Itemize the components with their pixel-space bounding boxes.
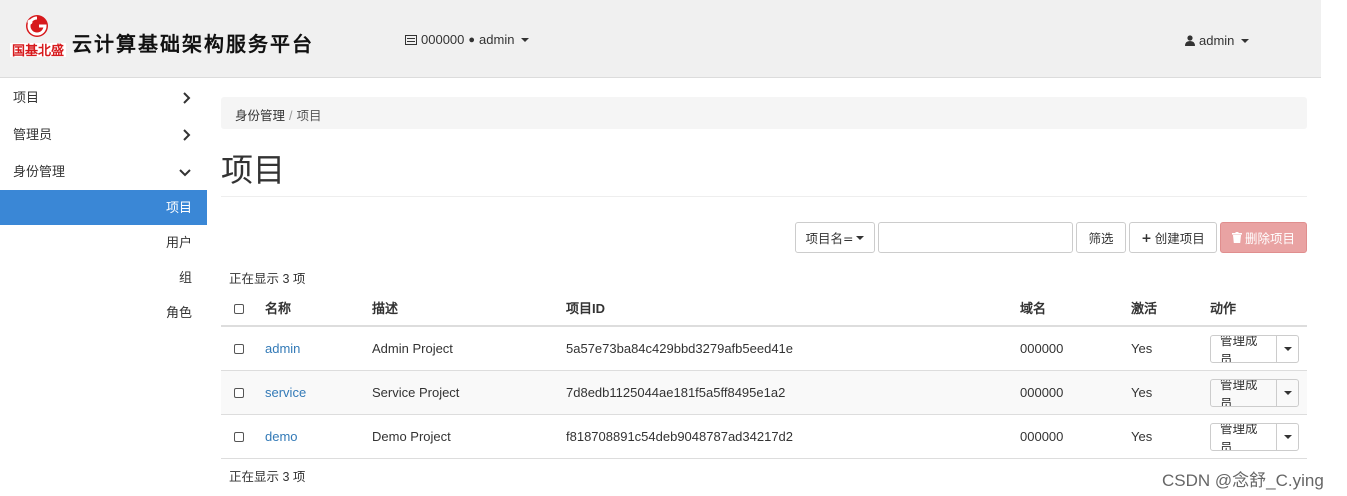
sidebar-group-identity[interactable]: 身份管理 — [0, 153, 207, 190]
brand-logo: 国基北盛 — [10, 12, 66, 62]
row-action-group: 管理成员 — [1210, 423, 1299, 451]
column-header-name[interactable]: 名称 — [257, 290, 364, 327]
project-id: f818708891c54deb9048787ad34217d2 — [558, 414, 1012, 459]
delete-project-button[interactable]: 删除项目 — [1220, 222, 1307, 253]
table-header-row: 名称 描述 项目ID 域名 激活 动作 — [221, 290, 1307, 327]
item-count-bottom: 正在显示 3 项 — [229, 470, 306, 484]
manage-members-button[interactable]: 管理成员 — [1211, 336, 1278, 363]
project-enabled: Yes — [1123, 414, 1202, 459]
create-project-label: 创建项目 — [1154, 231, 1205, 246]
breadcrumb: 身份管理 / 项目 — [221, 97, 1307, 129]
caret-down-icon — [1283, 435, 1292, 439]
project-domain: 000000 — [1012, 370, 1123, 415]
filter-field-select[interactable]: 项目名= — [795, 222, 875, 253]
sidebar-group-admin[interactable]: 管理员 — [0, 116, 207, 153]
project-description: Admin Project — [364, 326, 558, 371]
row-checkbox[interactable] — [234, 388, 244, 399]
top-header: 国基北盛 云计算基础架构服务平台 000000 ● admin admin — [0, 0, 1321, 78]
filter-input[interactable] — [878, 222, 1073, 253]
project-enabled: Yes — [1123, 370, 1202, 415]
column-header-enabled[interactable]: 激活 — [1123, 290, 1202, 327]
trash-icon — [1231, 232, 1242, 243]
user-name: admin — [1199, 33, 1235, 48]
watermark: CSDN @念舒_C.ying — [1162, 471, 1324, 490]
chevron-down-icon — [179, 153, 191, 190]
manage-members-button[interactable]: 管理成员 — [1211, 424, 1278, 450]
sidebar-group-label: 管理员 — [13, 127, 53, 142]
row-checkbox[interactable] — [234, 432, 244, 443]
plus-icon: + — [1141, 230, 1152, 245]
project-switcher[interactable]: 000000 ● admin — [405, 32, 530, 47]
select-all-checkbox[interactable] — [234, 303, 244, 314]
column-header-domain[interactable]: 域名 — [1012, 290, 1123, 327]
column-header-actions: 动作 — [1202, 290, 1307, 327]
project-id: 7d8edb1125044ae181f5a5ff8495e1a2 — [558, 370, 1012, 415]
sidebar: 项目 管理员 身份管理 项目 用户 组 角色 — [0, 78, 207, 496]
caret-down-icon — [1283, 391, 1292, 395]
sidebar-group-label: 身份管理 — [13, 164, 66, 179]
table-row: admin Admin Project 5a57e73ba84c429bbd32… — [221, 326, 1307, 371]
sidebar-item-users[interactable]: 用户 — [0, 225, 207, 260]
sidebar-item-roles[interactable]: 角色 — [0, 295, 207, 330]
project-enabled: Yes — [1123, 326, 1202, 371]
filter-button[interactable]: 筛选 — [1076, 222, 1126, 253]
project-name-link[interactable]: admin — [265, 341, 300, 356]
table-row: service Service Project 7d8edb1125044ae1… — [221, 370, 1307, 415]
chevron-right-icon — [182, 116, 191, 153]
caret-down-icon — [521, 37, 530, 42]
project-name-link[interactable]: service — [265, 385, 306, 400]
server-icon — [405, 34, 417, 45]
row-action-dropdown-toggle[interactable] — [1277, 424, 1298, 450]
create-project-button[interactable]: + 创建项目 — [1129, 222, 1217, 253]
filter-field-label: 项目名= — [805, 231, 854, 246]
column-header-project-id[interactable]: 项目ID — [558, 290, 1012, 327]
app-title: 云计算基础架构服务平台 — [72, 32, 314, 56]
breadcrumb-separator: / — [289, 109, 293, 123]
project-description: Demo Project — [364, 414, 558, 459]
project-name-link[interactable]: demo — [265, 429, 298, 444]
bullet-icon: ● — [468, 33, 476, 46]
title-divider — [221, 196, 1307, 197]
project-id: 5a57e73ba84c429bbd3279afb5eed41e — [558, 326, 1012, 371]
sidebar-group-label: 项目 — [13, 90, 40, 105]
caret-down-icon — [856, 235, 865, 240]
table-row: demo Demo Project f818708891c54deb904878… — [221, 414, 1307, 459]
project-domain: 000000 — [1012, 326, 1123, 371]
item-count-top: 正在显示 3 项 — [229, 272, 306, 286]
row-action-group: 管理成员 — [1210, 335, 1299, 364]
row-action-dropdown-toggle[interactable] — [1277, 336, 1298, 362]
column-header-description[interactable]: 描述 — [364, 290, 558, 327]
delete-project-label: 删除项目 — [1244, 231, 1295, 246]
breadcrumb-parent[interactable]: 身份管理 — [235, 109, 285, 123]
page-title: 项目 — [221, 152, 286, 188]
row-checkbox[interactable] — [234, 344, 244, 355]
chevron-right-icon — [182, 79, 191, 116]
sidebar-group-project[interactable]: 项目 — [0, 79, 207, 116]
row-action-group: 管理成员 — [1210, 379, 1299, 407]
project-switch-project: admin — [479, 32, 515, 47]
projects-table: 名称 描述 项目ID 域名 激活 动作 admin Admin Project … — [221, 290, 1307, 459]
breadcrumb-current: 项目 — [296, 109, 322, 123]
user-menu[interactable]: admin — [1185, 33, 1250, 48]
caret-down-icon — [1283, 347, 1292, 352]
manage-members-button[interactable]: 管理成员 — [1211, 380, 1278, 406]
sidebar-item-projects[interactable]: 项目 — [0, 190, 207, 225]
sidebar-item-groups[interactable]: 组 — [0, 260, 207, 295]
logo-caption: 国基北盛 — [12, 43, 64, 59]
caret-down-icon — [1241, 38, 1250, 43]
row-action-dropdown-toggle[interactable] — [1277, 380, 1298, 406]
project-switch-domain: 000000 — [421, 32, 465, 47]
user-icon — [1185, 35, 1195, 46]
project-description: Service Project — [364, 370, 558, 415]
project-domain: 000000 — [1012, 414, 1123, 459]
